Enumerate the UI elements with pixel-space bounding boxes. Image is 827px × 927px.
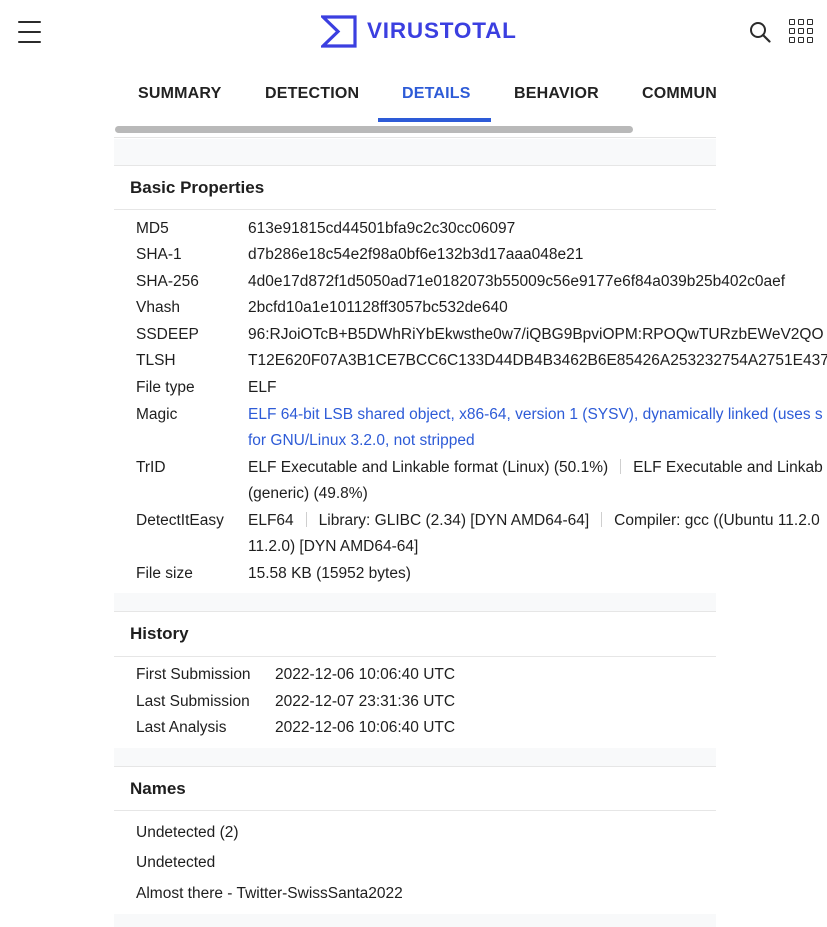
tab-community[interactable]: COMMUNI bbox=[642, 70, 716, 122]
trid-value: ELF Executable and Linkable format (Linu… bbox=[248, 459, 827, 477]
history-label: Last Submission bbox=[136, 693, 250, 710]
section-title: Names bbox=[130, 779, 186, 798]
sha1-value: d7b286e18c54e2f98a0bf6e132b3d17aaa048e21 bbox=[248, 246, 584, 263]
property-label: DetectItEasy bbox=[136, 512, 224, 529]
detectiteasy-value-continued: 11.2.0) [DYN AMD64-64] bbox=[248, 538, 419, 555]
sha256-value: 4d0e17d872f1d5050ad71e0182073b55009c56e9… bbox=[248, 273, 786, 290]
last-submission-value: 2022-12-07 23:31:36 UTC bbox=[275, 693, 456, 710]
first-submission-value: 2022-12-06 10:06:40 UTC bbox=[275, 666, 456, 683]
hamburger-bar bbox=[18, 21, 41, 23]
name-item: Undetected (2) bbox=[136, 824, 239, 841]
scrollbar-thumb[interactable] bbox=[115, 126, 633, 133]
name-item: Almost there - Twitter-SwissSanta2022 bbox=[136, 885, 403, 902]
trid-entry: ELF Executable and Linkable format (Linu… bbox=[248, 459, 609, 476]
file-type-value: ELF bbox=[248, 379, 277, 396]
property-label: SHA-256 bbox=[136, 273, 199, 290]
property-label: SHA-1 bbox=[136, 246, 182, 263]
tab-detection[interactable]: DETECTION bbox=[265, 70, 359, 122]
die-entry: Library: GLIBC (2.34) [DYN AMD64-64] bbox=[318, 512, 590, 529]
property-label: SSDEEP bbox=[136, 326, 199, 343]
property-label: MD5 bbox=[136, 220, 169, 237]
hamburger-menu-icon[interactable] bbox=[18, 21, 41, 43]
section-title: Basic Properties bbox=[130, 178, 265, 197]
section-spacer bbox=[114, 748, 716, 766]
virustotal-logo-icon bbox=[321, 14, 357, 48]
separator bbox=[620, 459, 622, 474]
tab-bar: SUMMARY DETECTION DETAILS BEHAVIOR COMMU… bbox=[114, 70, 716, 122]
tlsh-value: T12E620F07A3B1CE7BCC6C133D44DB4B3462B6E8… bbox=[248, 352, 827, 369]
vhash-value: 2bcfd10a1e101128ff3057bc532de640 bbox=[248, 299, 508, 316]
die-entry: Compiler: gcc ((Ubuntu 11.2.0 bbox=[614, 512, 820, 529]
tab-details[interactable]: DETAILS bbox=[402, 70, 471, 122]
virustotal-logo[interactable]: VIRUSTOTAL bbox=[321, 14, 517, 48]
names-header: Names bbox=[114, 766, 716, 811]
file-size-value: 15.58 KB (15952 bytes) bbox=[248, 565, 411, 582]
separator bbox=[601, 512, 603, 527]
search-icon[interactable] bbox=[749, 21, 771, 43]
hamburger-bar bbox=[18, 41, 41, 43]
tab-summary[interactable]: SUMMARY bbox=[138, 70, 221, 122]
property-label: Magic bbox=[136, 406, 178, 423]
logo-text: VIRUSTOTAL bbox=[367, 18, 517, 43]
detectiteasy-value: ELF64 Library: GLIBC (2.34) [DYN AMD64-64… bbox=[248, 512, 827, 530]
property-label: File size bbox=[136, 565, 193, 582]
separator bbox=[305, 512, 307, 527]
section-spacer bbox=[114, 914, 716, 927]
history-label: Last Analysis bbox=[136, 719, 227, 736]
tab-scrollbar[interactable] bbox=[114, 122, 716, 138]
section-spacer bbox=[114, 593, 716, 611]
property-label: File type bbox=[136, 379, 195, 396]
history-header: History bbox=[114, 611, 716, 657]
basic-properties-header: Basic Properties bbox=[114, 165, 716, 210]
die-entry: ELF64 bbox=[248, 512, 294, 529]
tab-behavior[interactable]: BEHAVIOR bbox=[514, 70, 599, 122]
history-label: First Submission bbox=[136, 666, 251, 683]
magic-link-continued[interactable]: for GNU/Linux 3.2.0, not stripped bbox=[248, 432, 475, 450]
property-label: TLSH bbox=[136, 352, 176, 369]
section-title: History bbox=[130, 624, 189, 643]
md5-value: 613e91815cd44501bfa9c2c30cc06097 bbox=[248, 220, 516, 237]
apps-grid-icon[interactable] bbox=[789, 19, 813, 43]
ssdeep-value: 96:RJoiOTcB+B5DWhRiYbEkwsthe0w7/iQBG9Bpv… bbox=[248, 326, 824, 343]
trid-entry: ELF Executable and Linkab bbox=[633, 459, 823, 476]
section-spacer bbox=[114, 139, 716, 165]
magic-link[interactable]: ELF 64-bit LSB shared object, x86-64, ve… bbox=[248, 406, 827, 424]
name-item: Undetected bbox=[136, 854, 216, 871]
property-label: Vhash bbox=[136, 299, 180, 316]
last-analysis-value: 2022-12-06 10:06:40 UTC bbox=[275, 719, 456, 736]
trid-value-continued: (generic) (49.8%) bbox=[248, 485, 368, 502]
hamburger-bar bbox=[18, 31, 41, 33]
property-label: TrID bbox=[136, 459, 166, 476]
